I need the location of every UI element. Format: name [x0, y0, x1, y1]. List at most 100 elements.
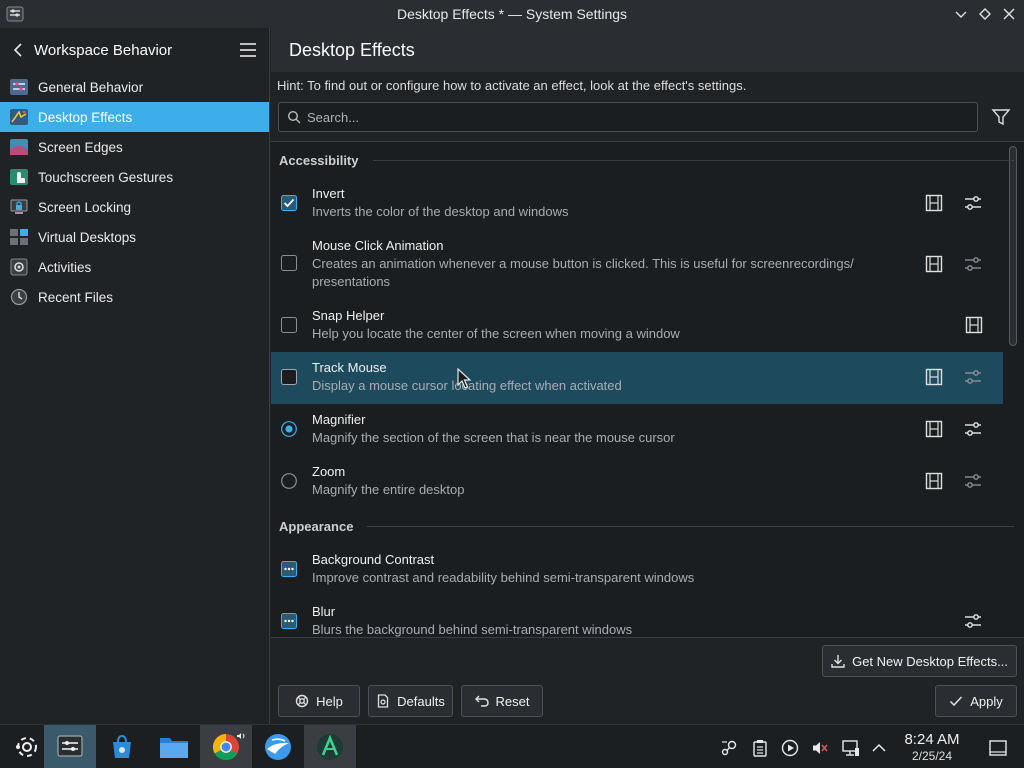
reset-button[interactable]: Reset: [461, 685, 543, 717]
section-header-appearance: Appearance: [271, 508, 1024, 544]
sidebar-item-activities[interactable]: Activities: [0, 252, 269, 282]
diamond-icon: [979, 8, 991, 20]
effect-row-background-contrast[interactable]: Background Contrast Improve contrast and…: [271, 544, 1003, 596]
taskbar-web-browser[interactable]: [252, 725, 304, 768]
video-icon[interactable]: [925, 472, 943, 490]
sidebar-item-screen-edges[interactable]: Screen Edges: [0, 132, 269, 162]
recent-files-icon: [8, 287, 30, 307]
effect-row-invert[interactable]: Invert Inverts the color of the desktop …: [271, 178, 1003, 230]
clock[interactable]: 8:24 AM 2/25/24: [893, 731, 971, 764]
minimize-button[interactable]: [952, 4, 970, 24]
clipboard-icon[interactable]: [751, 739, 769, 757]
zoom-radio[interactable]: [281, 473, 297, 489]
defaults-button[interactable]: Defaults: [368, 685, 453, 717]
undo-arrow-icon: [474, 695, 489, 707]
network-icon[interactable]: [842, 739, 860, 757]
video-icon[interactable]: [925, 368, 943, 386]
magnifier-radio[interactable]: [281, 421, 297, 437]
effect-description: Improve contrast and readability behind …: [312, 570, 695, 585]
sidebar-item-label: Screen Edges: [38, 139, 123, 155]
media-player-icon[interactable]: [781, 739, 799, 757]
search-box[interactable]: [278, 102, 978, 132]
track-mouse-checkbox[interactable]: [281, 369, 297, 385]
configure-icon[interactable]: [963, 419, 983, 439]
screen-locking-icon: [8, 197, 30, 217]
window-title: Desktop Effects * — System Settings: [396, 6, 628, 22]
help-button[interactable]: Help: [278, 685, 360, 717]
show-desktop-icon[interactable]: [988, 738, 1008, 758]
effect-text: Mouse Click Animation Creates an animati…: [312, 237, 854, 291]
sidebar-item-desktop-effects[interactable]: Desktop Effects: [0, 102, 269, 132]
main-panel: Desktop Effects Hint: To find out or con…: [271, 28, 1024, 724]
maximize-button[interactable]: [976, 4, 994, 24]
sidebar-list: General Behavior Desktop Effects Screen …: [0, 72, 269, 312]
effect-name: Zoom: [312, 464, 346, 479]
page-title: Desktop Effects: [271, 28, 1024, 72]
effect-name: Snap Helper: [312, 308, 385, 323]
chevron-down-icon: [955, 11, 967, 18]
effect-text: Magnifier Magnify the section of the scr…: [312, 411, 675, 447]
close-button[interactable]: [1000, 4, 1018, 24]
expand-tray-icon[interactable]: [870, 739, 888, 757]
configure-icon[interactable]: [963, 254, 983, 274]
effect-row-track-mouse[interactable]: Track Mouse Display a mouse cursor locat…: [271, 352, 1003, 404]
configure-icon[interactable]: [963, 471, 983, 491]
taskbar-discover[interactable]: [96, 725, 148, 768]
effect-description: Magnify the entire desktop: [312, 482, 465, 497]
back-arrow-icon[interactable]: [10, 42, 26, 58]
sidebar-item-virtual-desktops[interactable]: Virtual Desktops: [0, 222, 269, 252]
apply-button[interactable]: Apply: [935, 685, 1017, 717]
sidebar-item-general-behavior[interactable]: General Behavior: [0, 72, 269, 102]
effect-row-blur[interactable]: Blur Blurs the background behind semi-tr…: [271, 596, 1003, 637]
video-icon[interactable]: [965, 316, 983, 334]
document-icon: [377, 694, 389, 708]
checkmark-icon: [950, 696, 963, 707]
configure-icon[interactable]: [963, 367, 983, 387]
effect-row-magnifier[interactable]: Magnifier Magnify the section of the scr…: [271, 404, 1003, 456]
filter-icon[interactable]: [991, 107, 1011, 127]
invert-checkbox[interactable]: [281, 195, 297, 211]
taskbar-vector-app[interactable]: [304, 725, 356, 768]
sidebar-item-recent-files[interactable]: Recent Files: [0, 282, 269, 312]
hamburger-menu-icon[interactable]: [239, 41, 257, 59]
effect-name: Blur: [312, 604, 336, 619]
application-launcher-icon: [16, 737, 37, 757]
reset-label: Reset: [495, 693, 530, 709]
mouse-cursor-icon: [457, 368, 471, 389]
video-icon[interactable]: [925, 420, 943, 438]
steam-icon[interactable]: [720, 739, 738, 757]
video-icon[interactable]: [925, 255, 943, 273]
effect-row-snap-helper[interactable]: Snap Helper Help you locate the center o…: [271, 300, 1003, 352]
desktop-effects-icon: [8, 107, 30, 127]
file-manager-icon: [160, 738, 188, 758]
taskbar-chrome[interactable]: [200, 725, 252, 768]
help-label: Help: [316, 693, 343, 709]
video-icon[interactable]: [925, 194, 943, 212]
blur-dots-checkbox[interactable]: [281, 613, 297, 629]
effect-description: Creates an animation whenever a mouse bu…: [312, 256, 854, 271]
get-new-effects-button[interactable]: Get New Desktop Effects...: [822, 645, 1017, 677]
configure-icon[interactable]: [963, 193, 983, 213]
close-icon: [1003, 8, 1015, 20]
snap-helper-checkbox[interactable]: [281, 317, 297, 333]
effects-list[interactable]: Accessibility Invert Inverts the color o…: [271, 141, 1024, 638]
sidebar-header: Workspace Behavior: [0, 28, 269, 72]
sidebar-item-touchscreen-gestures[interactable]: Touchscreen Gestures: [0, 162, 269, 192]
virtual-desktops-icon: [8, 227, 30, 247]
sidebar-item-label: Activities: [38, 259, 92, 275]
get-new-effects-label: Get New Desktop Effects...: [852, 653, 1008, 669]
background-contrast-dots-checkbox[interactable]: [281, 561, 297, 577]
system-settings-app-icon[interactable]: [6, 5, 24, 23]
web-browser-icon: [265, 734, 291, 760]
effect-row-mouse-click-animation[interactable]: Mouse Click Animation Creates an animati…: [271, 230, 1003, 300]
configure-icon[interactable]: [963, 611, 983, 631]
mouse-click-animation-checkbox[interactable]: [281, 255, 297, 271]
clock-time: 8:24 AM: [904, 731, 960, 748]
effect-row-zoom[interactable]: Zoom Magnify the entire desktop: [271, 456, 1003, 508]
sidebar-item-screen-locking[interactable]: Screen Locking: [0, 192, 269, 222]
search-input[interactable]: [307, 109, 947, 125]
volume-muted-icon[interactable]: [811, 739, 829, 757]
audio-playing-icon: [237, 733, 245, 739]
taskbar-system-settings[interactable]: [44, 725, 96, 768]
taskbar-file-manager[interactable]: [148, 725, 200, 768]
